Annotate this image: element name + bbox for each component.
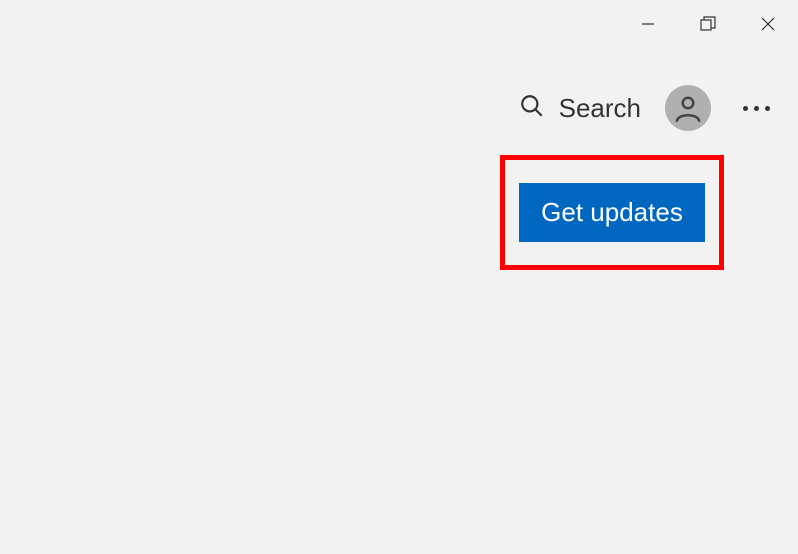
account-button[interactable] bbox=[665, 85, 711, 131]
more-icon bbox=[743, 106, 748, 111]
person-icon bbox=[673, 93, 703, 123]
search-icon bbox=[519, 93, 545, 124]
toolbar: Search bbox=[519, 85, 778, 131]
get-updates-button[interactable]: Get updates bbox=[519, 183, 705, 242]
search-button[interactable]: Search bbox=[519, 93, 641, 124]
minimize-button[interactable] bbox=[618, 0, 678, 48]
more-icon bbox=[754, 106, 759, 111]
highlight-annotation: Get updates bbox=[500, 155, 724, 270]
maximize-button[interactable] bbox=[678, 0, 738, 48]
maximize-icon bbox=[700, 16, 716, 32]
search-label: Search bbox=[559, 93, 641, 124]
minimize-icon bbox=[641, 17, 655, 31]
more-icon bbox=[765, 106, 770, 111]
window-controls bbox=[618, 0, 798, 48]
more-menu-button[interactable] bbox=[735, 106, 778, 111]
close-icon bbox=[760, 16, 776, 32]
close-button[interactable] bbox=[738, 0, 798, 48]
